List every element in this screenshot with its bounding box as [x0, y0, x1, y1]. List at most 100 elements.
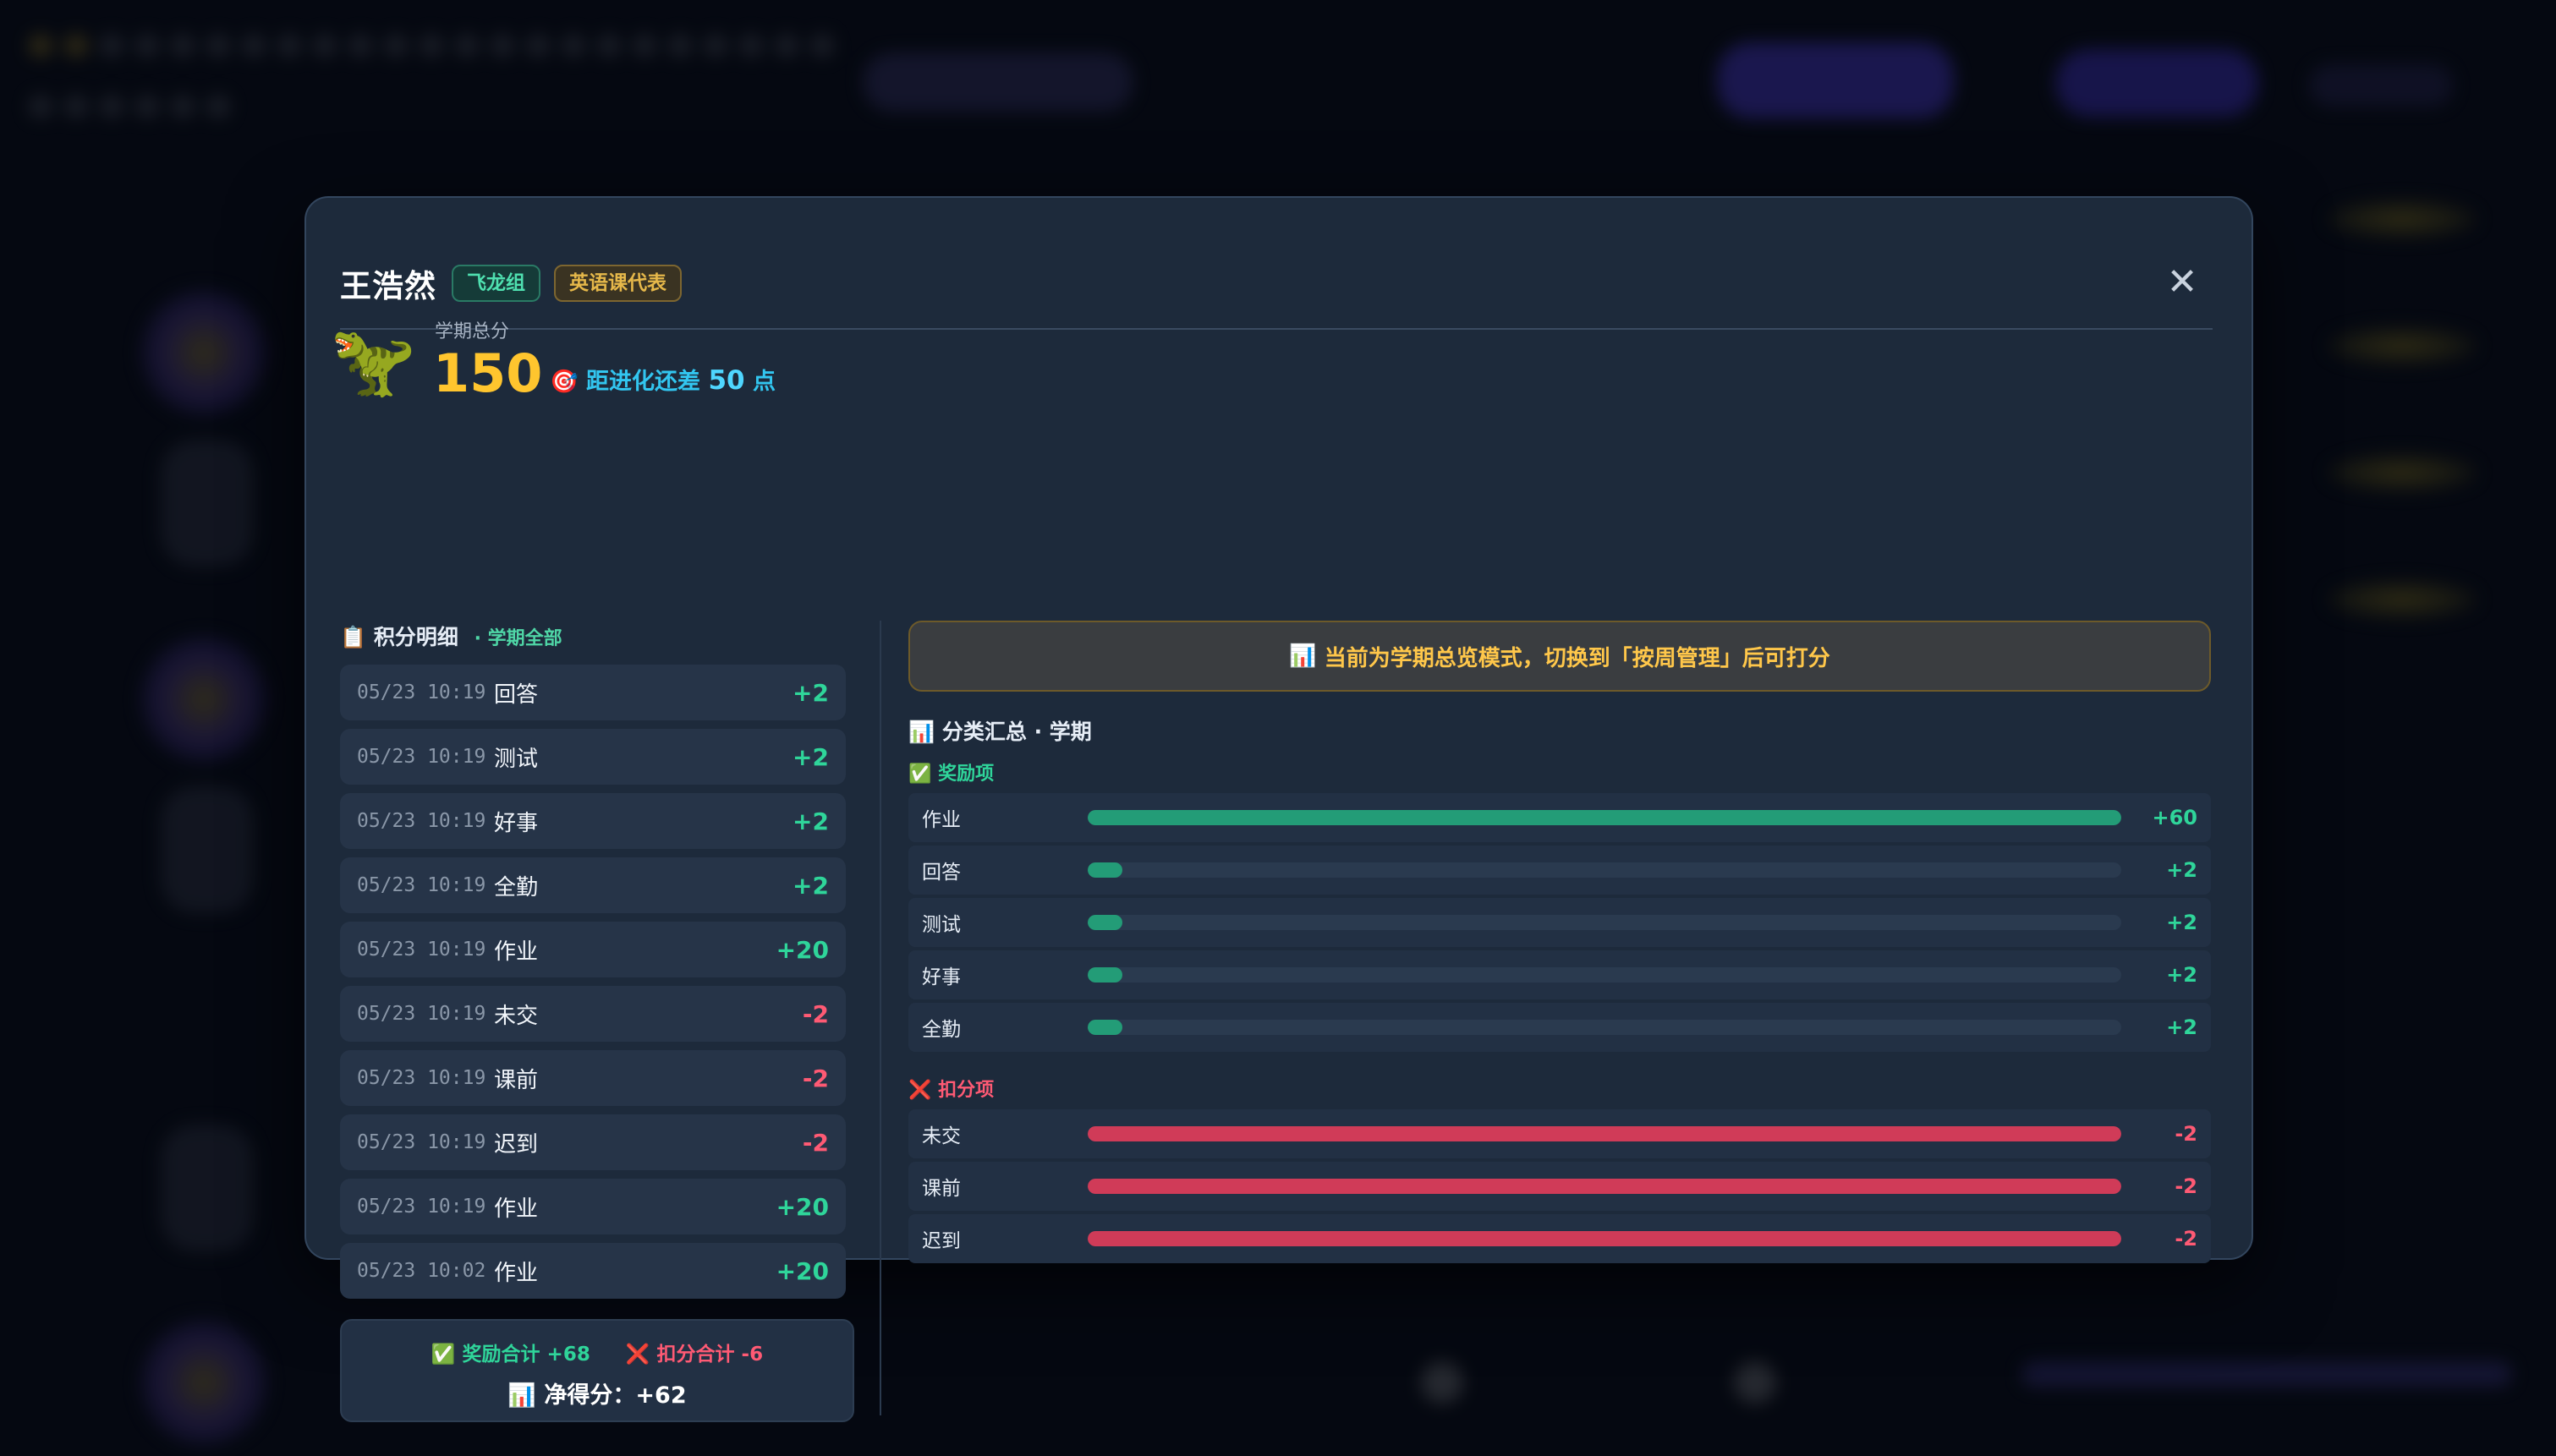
category-bar-track: [1088, 862, 2121, 878]
category-title-text: 分类汇总 · 学期: [941, 720, 1092, 744]
student-detail-modal: 王浩然 飞龙组 英语课代表 ✕ 🦖 学期总分 150 🎯 距进化还差 50 点 …: [304, 196, 2253, 1422]
category-bar-row: 好事 +2: [908, 950, 2211, 999]
deduct-bars: 未交 -2 课前 -2 迟到 -2: [908, 1109, 2211, 1263]
record-points: +2: [793, 678, 829, 707]
record-time: 05/23 10:19: [357, 874, 486, 896]
record-type: 好事: [494, 810, 539, 836]
record-time: 05/23 10:19: [357, 746, 486, 768]
cross-icon: ❌: [908, 1080, 932, 1101]
mode-notice: 📊 当前为学期总览模式，切换到「按周管理」后可打分: [908, 621, 2211, 692]
category-bar-row: 迟到 -2: [908, 1214, 2211, 1263]
category-value: -2: [2175, 1227, 2197, 1251]
check-icon: ✅: [908, 764, 932, 785]
reward-group-label: ✅ 奖励项: [908, 759, 2211, 790]
evolve-points: 50: [708, 365, 745, 396]
category-value: +2: [2166, 1015, 2197, 1039]
category-bar-row: 未交 -2: [908, 1109, 2211, 1158]
evolve-suffix: 点: [752, 369, 776, 395]
record-type: 全勤: [494, 874, 539, 900]
records-title-text: 积分明细: [373, 625, 458, 649]
record-type: 测试: [494, 746, 539, 772]
record-type: 回答: [494, 681, 539, 708]
category-bar-track: [1088, 1179, 2121, 1194]
category-bar-fill: [1088, 1179, 2121, 1194]
records-summary: ✅ 奖励合计 +68 ❌ 扣分合计 -6 📊 净得分：+62: [340, 1319, 854, 1422]
net-score: 📊 净得分：+62: [342, 1377, 853, 1409]
mode-notice-text: 当前为学期总览模式，切换到「按周管理」后可打分: [1324, 645, 1830, 671]
category-bar-track: [1088, 1231, 2121, 1246]
category-value: -2: [2175, 1122, 2197, 1146]
deduct-group-text: 扣分项: [938, 1080, 995, 1101]
record-type: 作业: [494, 1260, 539, 1286]
record-row: 05/23 10:19 回答 +2: [340, 665, 846, 720]
group-tag: 飞龙组: [452, 265, 540, 302]
category-bar-fill: [1088, 810, 2121, 825]
evolve-hint: 🎯 距进化还差 50 点: [550, 364, 776, 399]
record-row: 05/23 10:19 测试 +2: [340, 729, 846, 785]
category-bar-row: 课前 -2: [908, 1162, 2211, 1211]
category-label: 全勤: [922, 1019, 961, 1041]
category-bar-fill: [1088, 915, 1122, 930]
category-bar-fill: [1088, 1231, 2121, 1246]
role-tag: 英语课代表: [554, 265, 682, 302]
category-bar-fill: [1088, 967, 1122, 983]
category-label: 作业: [922, 809, 961, 831]
category-bar-row: 测试 +2: [908, 898, 2211, 947]
record-points: -2: [802, 999, 829, 1028]
record-points: -2: [802, 1064, 829, 1092]
record-time: 05/23 10:19: [357, 939, 486, 961]
total-score: 150: [433, 342, 543, 404]
category-bar-track: [1088, 915, 2121, 930]
record-time: 05/23 10:02: [357, 1260, 486, 1282]
category-label: 回答: [922, 862, 961, 884]
record-row: 05/23 10:19 作业 +20: [340, 1179, 846, 1234]
bar-chart-icon: 📊: [1289, 643, 1317, 669]
category-bar-track: [1088, 967, 2121, 983]
record-time: 05/23 10:19: [357, 1196, 486, 1218]
bar-chart-icon: 📊: [908, 720, 935, 744]
category-value: +2: [2166, 963, 2197, 987]
reward-total: 奖励合计 +68: [462, 1344, 590, 1366]
category-label: 迟到: [922, 1230, 961, 1252]
record-type: 课前: [494, 1067, 539, 1093]
reward-group-text: 奖励项: [938, 764, 995, 785]
record-points: +2: [793, 871, 829, 900]
clipboard-icon: 📋: [340, 625, 367, 649]
record-time: 05/23 10:19: [357, 1003, 486, 1025]
category-title: 📊 分类汇总 · 学期: [908, 715, 2211, 749]
category-value: -2: [2175, 1174, 2197, 1198]
record-row: 05/23 10:19 好事 +2: [340, 793, 846, 849]
target-icon: 🎯: [550, 369, 579, 395]
close-icon[interactable]: ✕: [2162, 264, 2202, 304]
category-bar-track: [1088, 1126, 2121, 1141]
record-list: 05/23 10:19 回答 +2 05/23 10:19 测试 +2 05/23 10:1…: [340, 665, 846, 1307]
category-panel: 📊 当前为学期总览模式，切换到「按周管理」后可打分 📊 分类汇总 · 学期 ✅ …: [908, 621, 2211, 1263]
record-points: -2: [802, 1128, 829, 1157]
record-row: 05/23 10:19 作业 +20: [340, 922, 846, 977]
category-label: 未交: [922, 1125, 961, 1147]
check-icon: ✅: [431, 1344, 456, 1366]
record-type: 作业: [494, 939, 539, 965]
record-time: 05/23 10:19: [357, 681, 486, 703]
category-bar-track: [1088, 810, 2121, 825]
record-points: +2: [793, 742, 829, 771]
record-points: +20: [776, 1256, 829, 1285]
deduct-total: 扣分合计 -6: [656, 1344, 764, 1366]
category-bar-track: [1088, 1020, 2121, 1035]
record-type: 未交: [494, 1003, 539, 1029]
category-bar-row: 全勤 +2: [908, 1003, 2211, 1052]
dinosaur-avatar-icon: 🦖: [330, 321, 417, 402]
net-score-text: 净得分：+62: [544, 1382, 687, 1409]
record-row: 05/23 10:19 课前 -2: [340, 1050, 846, 1106]
category-bar-row: 回答 +2: [908, 846, 2211, 895]
category-value: +60: [2152, 806, 2197, 829]
category-value: +2: [2166, 911, 2197, 934]
cross-icon: ❌: [625, 1344, 650, 1366]
record-time: 05/23 10:19: [357, 1131, 486, 1153]
category-value: +2: [2166, 858, 2197, 882]
record-row: 05/23 10:19 迟到 -2: [340, 1114, 846, 1170]
record-points: +20: [776, 1192, 829, 1221]
record-time: 05/23 10:19: [357, 1067, 486, 1089]
record-type: 作业: [494, 1196, 539, 1222]
category-label: 课前: [922, 1178, 961, 1200]
